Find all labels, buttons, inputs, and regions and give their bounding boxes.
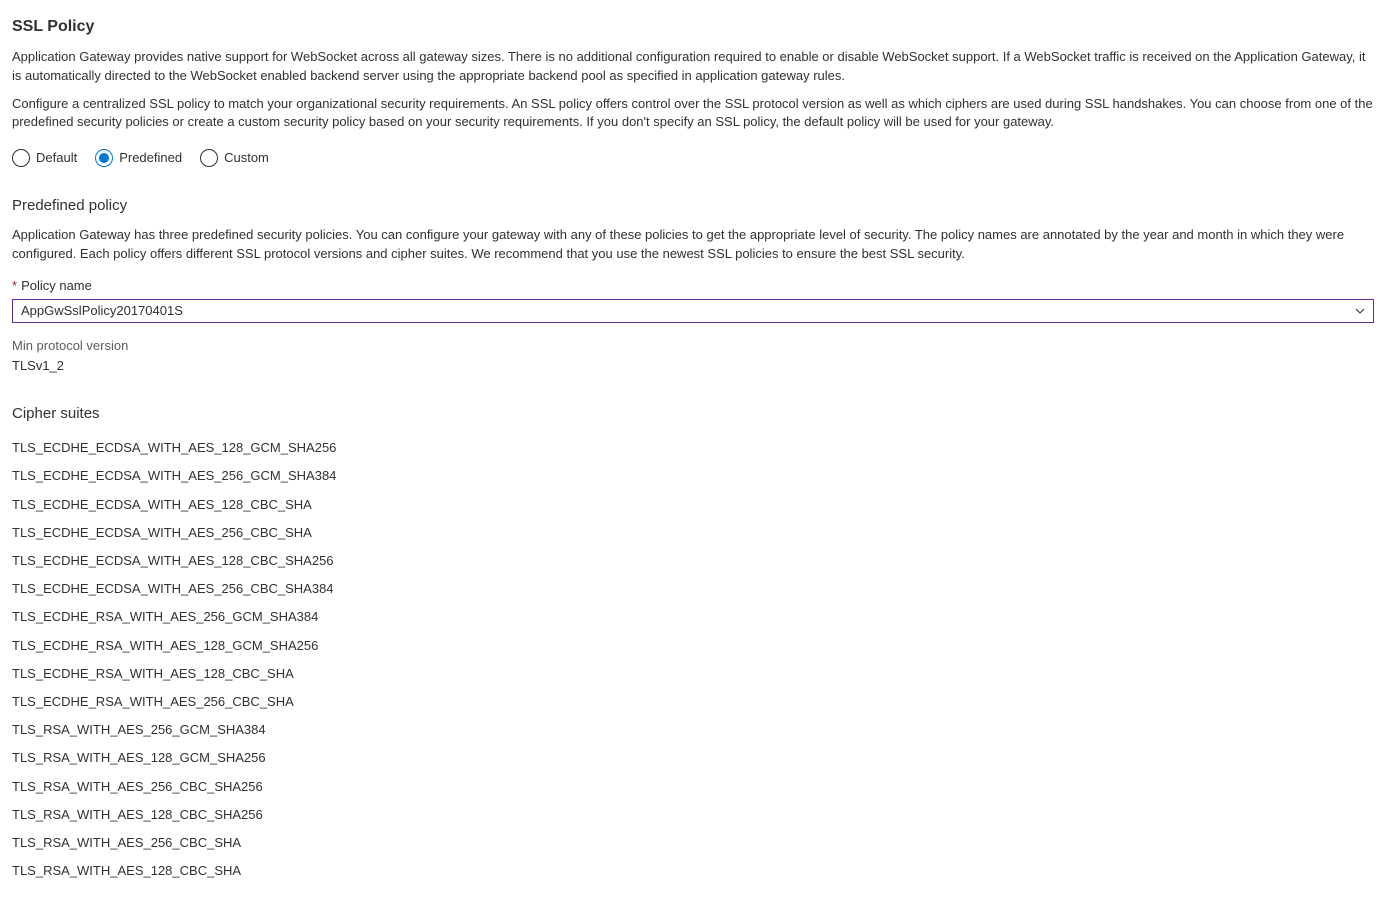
radio-predefined[interactable]: Predefined — [95, 149, 182, 167]
cipher-suite-item: TLS_RSA_WITH_AES_256_GCM_SHA384 — [12, 716, 1374, 744]
min-protocol-value: TLSv1_2 — [12, 357, 1374, 375]
predefined-policy-description: Application Gateway has three predefined… — [12, 226, 1374, 262]
cipher-suite-item: TLS_ECDHE_RSA_WITH_AES_128_CBC_SHA — [12, 660, 1374, 688]
cipher-suites-list: TLS_ECDHE_ECDSA_WITH_AES_128_GCM_SHA256T… — [12, 434, 1374, 885]
required-indicator: * — [12, 278, 17, 293]
cipher-suite-item: TLS_ECDHE_RSA_WITH_AES_256_GCM_SHA384 — [12, 603, 1374, 631]
predefined-policy-heading: Predefined policy — [12, 195, 1374, 216]
cipher-suites-heading: Cipher suites — [12, 403, 1374, 424]
radio-custom[interactable]: Custom — [200, 149, 269, 167]
policy-name-label: * Policy name — [12, 277, 1374, 295]
min-protocol-label: Min protocol version — [12, 337, 1374, 355]
cipher-suite-item: TLS_ECDHE_RSA_WITH_AES_256_CBC_SHA — [12, 688, 1374, 716]
radio-default[interactable]: Default — [12, 149, 77, 167]
cipher-suite-item: TLS_RSA_WITH_AES_128_GCM_SHA256 — [12, 744, 1374, 772]
cipher-suite-item: TLS_ECDHE_ECDSA_WITH_AES_128_CBC_SHA — [12, 491, 1374, 519]
policy-name-label-text: Policy name — [21, 278, 92, 293]
radio-icon — [12, 149, 30, 167]
policy-name-select[interactable]: AppGwSslPolicy20170401S — [12, 299, 1374, 323]
cipher-suite-item: TLS_ECDHE_ECDSA_WITH_AES_128_CBC_SHA256 — [12, 547, 1374, 575]
ssl-policy-description: Configure a centralized SSL policy to ma… — [12, 95, 1374, 131]
cipher-suite-item: TLS_RSA_WITH_AES_256_CBC_SHA256 — [12, 773, 1374, 801]
radio-icon — [200, 149, 218, 167]
websocket-description: Application Gateway provides native supp… — [12, 48, 1374, 84]
cipher-suite-item: TLS_ECDHE_ECDSA_WITH_AES_256_GCM_SHA384 — [12, 462, 1374, 490]
cipher-suite-item: TLS_ECDHE_RSA_WITH_AES_128_GCM_SHA256 — [12, 632, 1374, 660]
radio-default-label: Default — [36, 149, 77, 167]
ssl-policy-heading: SSL Policy — [12, 16, 1374, 38]
cipher-suite-item: TLS_RSA_WITH_AES_128_CBC_SHA — [12, 857, 1374, 885]
cipher-suite-item: TLS_ECDHE_ECDSA_WITH_AES_128_GCM_SHA256 — [12, 434, 1374, 462]
cipher-suite-item: TLS_RSA_WITH_AES_128_CBC_SHA256 — [12, 801, 1374, 829]
policy-name-field: * Policy name AppGwSslPolicy20170401S — [12, 277, 1374, 323]
policy-name-value: AppGwSslPolicy20170401S — [21, 302, 183, 320]
cipher-suite-item: TLS_ECDHE_ECDSA_WITH_AES_256_CBC_SHA384 — [12, 575, 1374, 603]
cipher-suite-item: TLS_RSA_WITH_AES_256_CBC_SHA — [12, 829, 1374, 857]
cipher-suite-item: TLS_ECDHE_ECDSA_WITH_AES_256_CBC_SHA — [12, 519, 1374, 547]
radio-icon — [95, 149, 113, 167]
radio-custom-label: Custom — [224, 149, 269, 167]
radio-predefined-label: Predefined — [119, 149, 182, 167]
policy-type-radio-group: Default Predefined Custom — [12, 149, 1374, 167]
